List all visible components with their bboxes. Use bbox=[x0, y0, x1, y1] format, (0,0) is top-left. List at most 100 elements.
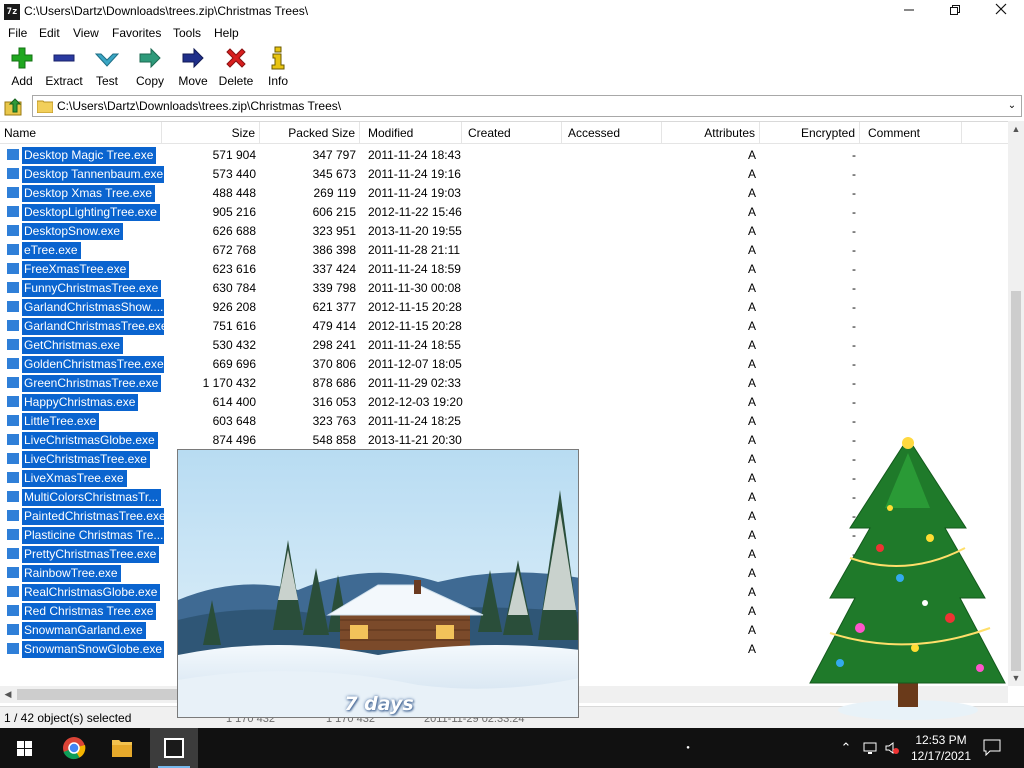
table-row[interactable]: Desktop Tannenbaum.exe 573 440 345 673 2011… bbox=[0, 165, 1010, 184]
column-encrypted[interactable]: Encrypted bbox=[760, 122, 860, 144]
notification-button[interactable] bbox=[982, 738, 1002, 757]
start-button[interactable] bbox=[4, 728, 44, 768]
system-clock[interactable]: 12:53 PM 12/17/2021 bbox=[908, 732, 974, 764]
file-name-cell[interactable]: FreeXmasTree.exe bbox=[6, 260, 130, 279]
table-row[interactable]: Desktop Xmas Tree.exe 488 448 269 119 2011-… bbox=[0, 184, 1010, 203]
chevron-up-icon[interactable]: ⌃ bbox=[838, 740, 854, 756]
file-encrypted: - bbox=[852, 281, 856, 295]
chrome-taskbar-button[interactable] bbox=[50, 728, 98, 768]
file-name-cell[interactable]: Red Christmas Tree.exe bbox=[6, 602, 157, 621]
christmas-tree-overlay[interactable] bbox=[790, 428, 1024, 728]
table-row[interactable]: GarlandChristmasTree.exe 751 616 479 414 20… bbox=[0, 317, 1010, 336]
file-name-cell[interactable]: LittleTree.exe bbox=[6, 412, 100, 431]
clock-date: 12/17/2021 bbox=[910, 749, 972, 763]
column-packed-size[interactable]: Packed Size bbox=[260, 122, 360, 144]
7zip-app-icon[interactable]: 7z bbox=[4, 4, 20, 20]
file-name-cell[interactable]: HappyChristmas.exe bbox=[6, 393, 139, 412]
table-row[interactable]: FunnyChristmasTree.exe 630 784 339 798 2011… bbox=[0, 279, 1010, 298]
file-name-cell[interactable]: MultiColorsChristmasTr... bbox=[6, 488, 162, 507]
menu-tools[interactable]: Tools bbox=[173, 26, 201, 40]
table-row[interactable]: GarlandChristmasShow.... 926 208 621 377 20… bbox=[0, 298, 1010, 317]
move-button[interactable]: Move bbox=[171, 46, 215, 90]
column-attributes[interactable]: Attributes bbox=[662, 122, 760, 144]
preview-popup[interactable]: 7 days bbox=[177, 449, 579, 718]
menu-view[interactable]: View bbox=[73, 26, 99, 40]
file-name-cell[interactable]: DesktopSnow.exe bbox=[6, 222, 124, 241]
table-row[interactable]: FreeXmasTree.exe 623 616 337 424 2011-11-24… bbox=[0, 260, 1010, 279]
path-field[interactable]: C:\Users\Dartz\Downloads\trees.zip\Chris… bbox=[32, 95, 1022, 117]
close-button[interactable] bbox=[978, 0, 1024, 24]
menu-favorites[interactable]: Favorites bbox=[112, 26, 161, 40]
volume-muted-icon[interactable] bbox=[884, 740, 900, 756]
menu-help[interactable]: Help bbox=[214, 26, 239, 40]
test-button[interactable]: Test bbox=[85, 46, 129, 90]
table-row[interactable]: GreenChristmasTree.exe 1 170 432 878 686 20… bbox=[0, 374, 1010, 393]
column-created[interactable]: Created bbox=[464, 122, 562, 144]
chevron-down-icon[interactable]: ⌄ bbox=[1005, 98, 1019, 114]
file-name-cell[interactable]: LiveXmasTree.exe bbox=[6, 469, 127, 488]
file-name-cell[interactable]: LiveChristmasTree.exe bbox=[6, 450, 150, 469]
file-size: 874 496 bbox=[212, 433, 256, 447]
file-attributes: A bbox=[747, 395, 756, 409]
file-name-cell[interactable]: GreenChristmasTree.exe bbox=[6, 374, 162, 393]
selection-status: 1 / 42 object(s) selected bbox=[4, 711, 132, 725]
info-button[interactable]: Info bbox=[256, 46, 300, 90]
file-name-cell[interactable]: RainbowTree.exe bbox=[6, 564, 121, 583]
file-name-cell[interactable]: Desktop Xmas Tree.exe bbox=[6, 184, 156, 203]
table-row[interactable]: DesktopSnow.exe 626 688 323 951 2013-11-20 … bbox=[0, 222, 1010, 241]
table-row[interactable]: GoldenChristmasTree.exe 669 696 370 806 201… bbox=[0, 355, 1010, 374]
file-packed-size: 548 858 bbox=[312, 433, 356, 447]
table-row[interactable]: HappyChristmas.exe 614 400 316 053 2012-12-… bbox=[0, 393, 1010, 412]
file-name-cell[interactable]: GarlandChristmasTree.exe bbox=[6, 317, 164, 336]
column-modified[interactable]: Modified bbox=[364, 122, 462, 144]
menu-bar: File Edit View Favorites Tools Help bbox=[0, 24, 1024, 42]
table-row[interactable]: DesktopLightingTree.exe 905 216 606 215 201… bbox=[0, 203, 1010, 222]
scroll-up-icon[interactable]: ▲ bbox=[1008, 121, 1024, 137]
exe-file-icon bbox=[6, 433, 20, 447]
file-encrypted: - bbox=[852, 300, 856, 314]
file-name-cell[interactable]: DesktopLightingTree.exe bbox=[6, 203, 160, 222]
menu-edit[interactable]: Edit bbox=[39, 26, 60, 40]
scroll-left-icon[interactable]: ◀ bbox=[0, 686, 16, 703]
file-encrypted: - bbox=[852, 148, 856, 162]
file-name-cell[interactable]: GarlandChristmasShow.... bbox=[6, 298, 164, 317]
file-name-cell[interactable]: Plasticine Christmas Tre... bbox=[6, 526, 164, 545]
add-button[interactable]: Add bbox=[0, 46, 44, 90]
table-row[interactable]: GetChristmas.exe 530 432 298 241 2011-11-24… bbox=[0, 336, 1010, 355]
file-name-cell[interactable]: Desktop Tannenbaum.exe bbox=[6, 165, 164, 184]
table-row[interactable]: eTree.exe 672 768 386 398 2011-11-28 21:11 A… bbox=[0, 241, 1010, 260]
file-name-cell[interactable]: GetChristmas.exe bbox=[6, 336, 124, 355]
file-name: RealChristmasGlobe.exe bbox=[22, 584, 161, 602]
network-icon[interactable] bbox=[862, 740, 878, 756]
column-accessed[interactable]: Accessed bbox=[564, 122, 662, 144]
file-encrypted: - bbox=[852, 376, 856, 390]
7zip-taskbar-button[interactable] bbox=[150, 728, 198, 768]
file-name-cell[interactable]: eTree.exe bbox=[6, 241, 81, 260]
extract-button[interactable]: Extract bbox=[42, 46, 86, 90]
minimize-button[interactable] bbox=[886, 0, 932, 24]
restore-icon bbox=[950, 5, 960, 15]
file-name-cell[interactable]: SnowmanGarland.exe bbox=[6, 621, 146, 640]
file-name-cell[interactable]: PrettyChristmasTree.exe bbox=[6, 545, 160, 564]
file-name-cell[interactable]: LiveChristmasGlobe.exe bbox=[6, 431, 158, 450]
file-name-cell[interactable]: PaintedChristmasTree.exe bbox=[6, 507, 164, 526]
file-name-cell[interactable]: FunnyChristmasTree.exe bbox=[6, 279, 162, 298]
file-name-cell[interactable]: GoldenChristmasTree.exe bbox=[6, 355, 164, 374]
file-name-cell[interactable]: SnowmanSnowGlobe.exe bbox=[6, 640, 164, 659]
file-explorer-taskbar-button[interactable] bbox=[98, 728, 146, 768]
copy-button[interactable]: Copy bbox=[128, 46, 172, 90]
delete-button[interactable]: Delete bbox=[214, 46, 258, 90]
file-name: DesktopLightingTree.exe bbox=[22, 204, 160, 222]
7zip-icon bbox=[164, 738, 184, 758]
file-name-cell[interactable]: Desktop Magic Tree.exe bbox=[6, 146, 157, 165]
column-comment[interactable]: Comment bbox=[864, 122, 962, 144]
file-name-cell[interactable]: RealChristmasGlobe.exe bbox=[6, 583, 161, 602]
folder-up-button[interactable] bbox=[4, 97, 24, 117]
table-row[interactable]: Desktop Magic Tree.exe 571 904 347 797 2011… bbox=[0, 146, 1010, 165]
column-size[interactable]: Size bbox=[162, 122, 260, 144]
maximize-button[interactable] bbox=[932, 0, 978, 24]
test-label: Test bbox=[95, 74, 118, 88]
column-name[interactable]: Name bbox=[0, 122, 162, 144]
menu-file[interactable]: File bbox=[8, 26, 27, 40]
title-bar[interactable]: 7z C:\Users\Dartz\Downloads\trees.zip\Ch… bbox=[0, 0, 1024, 24]
